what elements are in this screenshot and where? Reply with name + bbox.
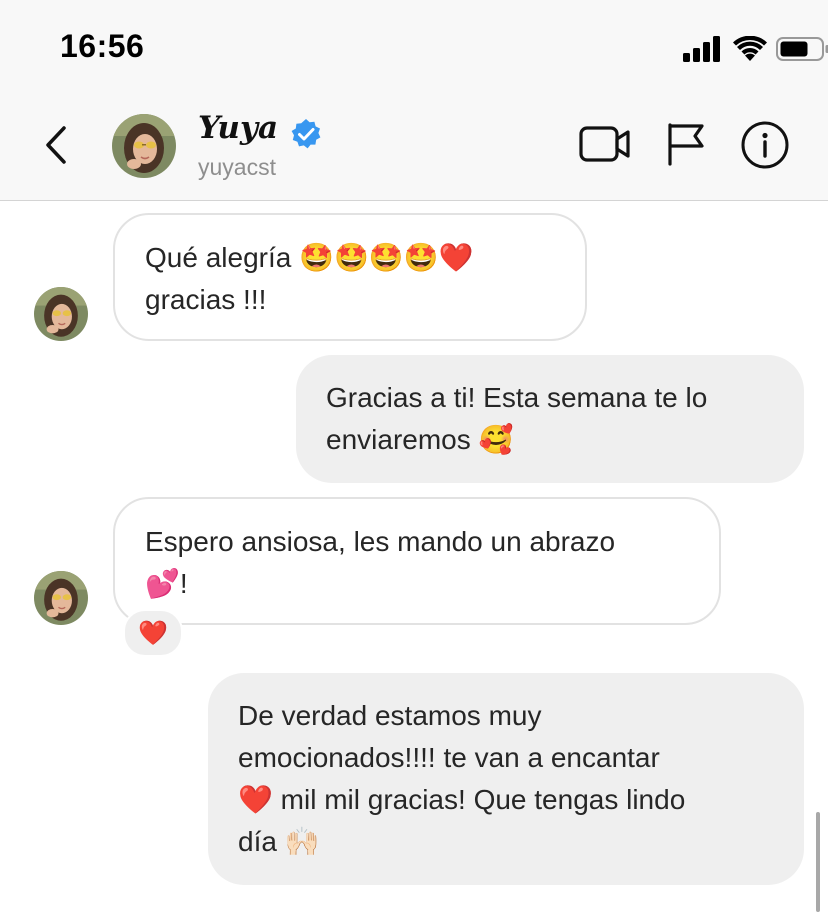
message-bubble-outgoing[interactable]: Gracias a ti! Esta semana te lo enviarem… bbox=[296, 355, 804, 483]
two-hearts-emoji-icon: 💕 bbox=[145, 567, 180, 600]
contact-username: yuyacst bbox=[198, 154, 276, 180]
message-line: Gracias a ti! Esta semana te lo bbox=[326, 382, 708, 413]
profile-photo-icon bbox=[34, 571, 88, 625]
profile-photo-icon bbox=[34, 287, 88, 341]
message-line: 💕! bbox=[145, 567, 188, 600]
contact-display-name[interactable]: Yuya bbox=[198, 110, 278, 146]
message-reaction[interactable]: ❤️ bbox=[123, 609, 183, 657]
message-line: Espero ansiosa, les mando un abrazo bbox=[145, 526, 616, 557]
sender-avatar[interactable] bbox=[34, 287, 88, 341]
status-time: 16:56 bbox=[60, 28, 145, 64]
status-bar: 16:56 bbox=[0, 0, 828, 96]
conversation-header: Yuya yuyacst bbox=[0, 96, 828, 201]
message-bubble-incoming[interactable]: Qué alegría 🤩🤩🤩🤩❤️ gracias !!! bbox=[113, 213, 587, 341]
verified-badge-icon bbox=[291, 119, 321, 149]
smiling-face-with-hearts-emoji-icon: 🥰 bbox=[478, 423, 514, 456]
profile-photo-icon bbox=[112, 114, 176, 178]
message-bubble-incoming[interactable]: Espero ansiosa, les mando un abrazo 💕! bbox=[113, 497, 721, 625]
cellular-signal-icon bbox=[683, 36, 720, 62]
message-line: emocionados!!!! te van a encantar bbox=[238, 742, 660, 773]
star-struck-emoji-icon: 🤩🤩🤩🤩❤️ bbox=[299, 241, 474, 274]
battery-icon bbox=[776, 37, 828, 61]
message-line: Qué alegría 🤩🤩🤩🤩❤️ bbox=[145, 241, 474, 274]
message-bubble-outgoing[interactable]: De verdad estamos muy emocionados!!!! te… bbox=[208, 673, 804, 885]
avatar[interactable] bbox=[112, 114, 176, 178]
red-heart-reaction-icon: ❤️ bbox=[138, 619, 168, 647]
wifi-icon bbox=[733, 36, 767, 61]
scrollbar[interactable] bbox=[816, 812, 820, 912]
message-line: día 🙌🏻 bbox=[238, 825, 320, 858]
direct-message-screen: 16:56 Yuya yuyacst Qué alegría 🤩🤩🤩🤩❤️ gr… bbox=[0, 0, 828, 914]
sender-avatar[interactable] bbox=[34, 571, 88, 625]
message-line: De verdad estamos muy bbox=[238, 700, 542, 731]
red-heart-emoji-icon: ❤️ bbox=[238, 783, 273, 816]
message-line: enviaremos 🥰 bbox=[326, 423, 514, 456]
flag-icon[interactable] bbox=[666, 122, 706, 166]
video-call-icon[interactable] bbox=[578, 124, 632, 164]
message-line: ❤️ mil mil gracias! Que tengas lindo bbox=[238, 783, 686, 816]
raising-hands-emoji-icon: 🙌🏻 bbox=[284, 825, 320, 858]
back-chevron-icon[interactable] bbox=[36, 120, 80, 170]
message-line: gracias !!! bbox=[145, 284, 267, 315]
info-icon[interactable] bbox=[740, 120, 790, 170]
